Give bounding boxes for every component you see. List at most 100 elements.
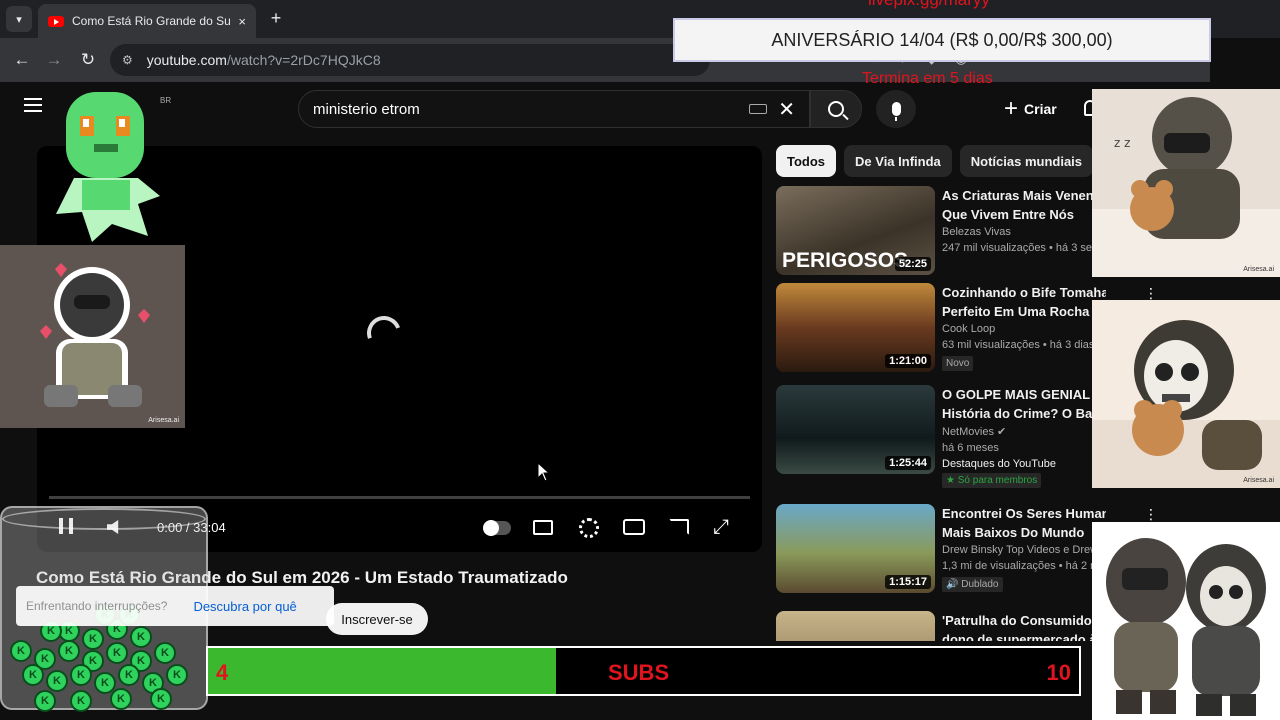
chip-channel[interactable]: De Via Infinda: [844, 145, 952, 177]
verified-icon: ✔: [997, 426, 1007, 438]
channel-name[interactable]: NetMovies ✔: [942, 425, 1106, 438]
reload-icon[interactable]: ↻: [76, 48, 100, 72]
related-filter-chips: Todos De Via Infinda Notícias mundiais: [776, 145, 1094, 177]
jar-rim: [2, 508, 206, 530]
more-options-icon[interactable]: ⋮: [1144, 506, 1158, 523]
title-line: 'Patrulha do Consumidor': [942, 613, 1100, 628]
video-title-text[interactable]: 'Patrulha do Consumidor' dono de supermer…: [942, 611, 1106, 641]
video-thumbnail[interactable]: 1:25:44: [776, 385, 935, 474]
highlight-label: Destaques do YouTube: [942, 458, 1056, 470]
interruptions-message: Enfrentando interrupções?: [26, 599, 168, 613]
soldier-duo-sticker: [1092, 522, 1280, 720]
subs-label: SUBS: [608, 660, 670, 685]
video-thumbnail[interactable]: PERIGOSOS 52:25: [776, 186, 935, 275]
title-line: O GOLPE MAIS GENIAL da: [942, 387, 1106, 402]
address-bar[interactable]: ⚙ youtube.com/watch?v=2rDc7HQJkC8: [110, 44, 710, 76]
forward-icon[interactable]: →: [42, 48, 66, 72]
fullscreen-icon[interactable]: ⤢: [713, 516, 729, 539]
voice-search-button[interactable]: [876, 90, 916, 128]
goal-countdown: Termina em 5 dias: [862, 70, 993, 87]
badge-text: Só para membros: [957, 475, 1038, 486]
create-label: Criar: [1024, 101, 1057, 117]
k-token-icon: K: [82, 628, 104, 650]
video-duration: 1:21:00: [885, 354, 931, 368]
k-token-icon: K: [166, 664, 188, 686]
new-tab-button[interactable]: +: [266, 8, 286, 29]
autoplay-toggle[interactable]: [483, 520, 511, 536]
microphone-icon: [891, 102, 901, 121]
badge-text: Dublado: [961, 579, 999, 590]
search-button[interactable]: [810, 90, 862, 128]
video-title-text[interactable]: O GOLPE MAIS GENIAL da História do Crime?…: [942, 385, 1106, 423]
art-credit: Arisesa.ai: [1243, 477, 1274, 484]
chip-all[interactable]: Todos: [776, 145, 837, 177]
title-line: Que Vivem Entre Nós: [942, 207, 1074, 222]
video-duration: 52:25: [894, 257, 931, 271]
video-info: Encontrei Os Seres Humanos Mais Baixos Do…: [942, 504, 1106, 592]
video-title-text[interactable]: As Criaturas Mais Venenosas Que Vivem Ent…: [942, 186, 1106, 224]
plus-icon: +: [1004, 95, 1019, 122]
subscribe-button[interactable]: Inscrever-se: [326, 603, 428, 635]
k-token-icon: K: [154, 642, 176, 664]
video-info: As Criaturas Mais Venenosas Que Vivem Ent…: [942, 186, 1106, 254]
title-line: Perfeito Em Uma Rocha ...: [942, 304, 1104, 319]
mouse-cursor-icon: [537, 462, 551, 482]
new-badge: Novo: [942, 356, 974, 371]
video-title-text[interactable]: Encontrei Os Seres Humanos Mais Baixos Do…: [942, 504, 1106, 542]
subtitles-icon[interactable]: [533, 520, 553, 535]
settings-gear-icon[interactable]: [579, 518, 599, 538]
channel-name[interactable]: Cook Loop: [942, 323, 1106, 335]
clear-search-icon[interactable]: ✕: [778, 97, 795, 122]
subs-current: 4: [216, 660, 229, 685]
video-thumbnail[interactable]: 1:21:00: [776, 283, 935, 372]
chevron-down-icon[interactable]: ▾: [6, 6, 32, 32]
donation-goal-banner: ANIVERSÁRIO 14/04 (R$ 0,00/R$ 300,00): [673, 18, 1211, 62]
k-token-icon: K: [34, 690, 56, 712]
k-token-icon: K: [150, 688, 172, 710]
pixel-dragon-sticker: [52, 86, 164, 246]
miniplayer-icon[interactable]: [623, 519, 645, 535]
k-token-icon: K: [118, 664, 140, 686]
create-button[interactable]: + Criar: [992, 90, 1069, 128]
video-meta: 247 mil visualizações • há 3 semanas: [942, 242, 1106, 254]
k-token-icon: K: [70, 690, 92, 712]
dragon-icon: [56, 92, 160, 242]
subs-progress-fill: [208, 648, 557, 694]
video-meta: há 6 meses: [942, 442, 999, 454]
menu-icon[interactable]: [24, 98, 42, 112]
video-title-text[interactable]: Cozinhando o Bife Tomahawk Perfeito Em Um…: [942, 283, 1106, 321]
url-host: youtube.com: [146, 52, 227, 68]
search-query: ministerio etrom: [313, 100, 420, 118]
video-thumbnail[interactable]: [776, 611, 935, 641]
title-line: Cozinhando o Bife Tomahawk: [942, 285, 1106, 300]
title-line: Mais Baixos Do Mundo: [942, 525, 1085, 540]
svg-text:z z: z z: [1114, 136, 1130, 150]
channel-name[interactable]: Drew Binsky Top Videos e Drew: [942, 544, 1106, 556]
interruptions-notice: Enfrentando interrupções? Descubra por q…: [16, 586, 334, 626]
title-line: Encontrei Os Seres Humanos: [942, 506, 1106, 521]
video-duration: 1:15:17: [885, 575, 931, 589]
learn-why-link[interactable]: Descubra por quê: [193, 599, 296, 614]
chip-world-news[interactable]: Notícias mundiais: [959, 145, 1094, 177]
keyboard-icon[interactable]: [749, 104, 767, 114]
thumbnail-text: PERIGOSOS: [782, 249, 909, 272]
video-progress-bar[interactable]: [49, 496, 750, 499]
k-token-icon: K: [58, 640, 80, 662]
tune-icon[interactable]: ⚙: [122, 53, 133, 67]
k-token-icon: K: [106, 642, 128, 664]
browser-tab[interactable]: Como Está Rio Grande do Sul em 2026 ×: [38, 4, 256, 38]
video-meta: 1,3 mi de visualizações • há 2 meses: [942, 560, 1106, 572]
tab-close-icon[interactable]: ×: [238, 14, 246, 29]
cast-icon[interactable]: [669, 519, 689, 535]
video-thumbnail[interactable]: 1:15:17: [776, 504, 935, 593]
search-input[interactable]: ministerio etrom ✕: [298, 90, 810, 128]
art-credit: Arisesa.ai: [148, 417, 179, 424]
related-video-item[interactable]: 'Patrulha do Consumidor' dono de supermer…: [776, 611, 1106, 641]
video-info: O GOLPE MAIS GENIAL da História do Crime?…: [942, 385, 1106, 488]
back-icon[interactable]: ←: [10, 48, 34, 72]
k-token-icon: K: [70, 664, 92, 686]
art-credit: Arisesa.ai: [1243, 266, 1274, 273]
livepix-url: livepix.gg/maryy: [868, 0, 990, 10]
channel-name[interactable]: Belezas Vivas: [942, 226, 1106, 238]
loading-spinner-icon: [361, 310, 407, 356]
